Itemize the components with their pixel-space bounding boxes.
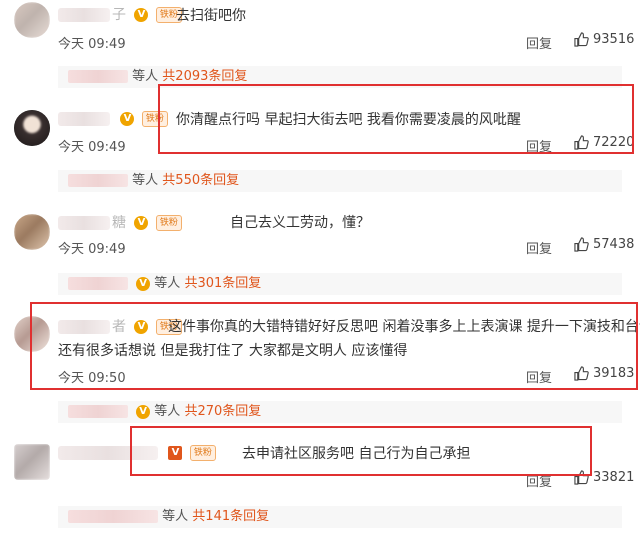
username[interactable]: 子 V 铁粉 (58, 6, 182, 24)
thumbs-up-icon (574, 237, 589, 252)
verified-v-icon: V (120, 112, 135, 126)
comment-text: 去扫街吧你 (176, 8, 246, 24)
verified-v-icon: V (134, 216, 149, 230)
highlight-box (130, 426, 592, 476)
reply-button[interactable]: 回复 (526, 238, 552, 257)
thumbs-up-icon (574, 32, 589, 47)
fan-badge: 铁粉 (155, 215, 182, 231)
sub-replies[interactable]: 等人 共550条回复 (58, 170, 622, 192)
highlight-box (158, 84, 634, 154)
comment-text: 自己去义工劳动，懂？ (230, 215, 370, 231)
verified-v-icon: V (136, 276, 151, 291)
sub-replies[interactable]: V 等人 共270条回复 (58, 401, 622, 423)
like-count: 57438 (593, 237, 635, 252)
sub-replies[interactable]: 等人 共141条回复 (58, 506, 622, 528)
comment-time: 今天 09:49 (58, 37, 126, 52)
avatar[interactable] (14, 214, 50, 250)
like-button[interactable]: 93516 (574, 32, 634, 47)
comment-time: 今天 09:49 (58, 140, 126, 155)
like-count: 33821 (593, 470, 635, 485)
username[interactable]: 糖 V 铁粉 (58, 214, 182, 232)
avatar[interactable] (14, 444, 50, 480)
verified-v-icon: V (136, 404, 151, 419)
verified-v-icon: V (134, 8, 149, 22)
highlight-box (30, 302, 638, 390)
sub-replies[interactable]: V 等人 共301条回复 (58, 273, 622, 295)
reply-button[interactable]: 回复 (526, 33, 552, 52)
like-button[interactable]: 57438 (574, 237, 634, 252)
avatar[interactable] (14, 110, 50, 146)
like-count: 93516 (593, 32, 635, 47)
avatar[interactable] (14, 2, 50, 38)
comment-time: 今天 09:49 (58, 242, 126, 257)
username[interactable]: V 铁粉 (58, 110, 168, 128)
